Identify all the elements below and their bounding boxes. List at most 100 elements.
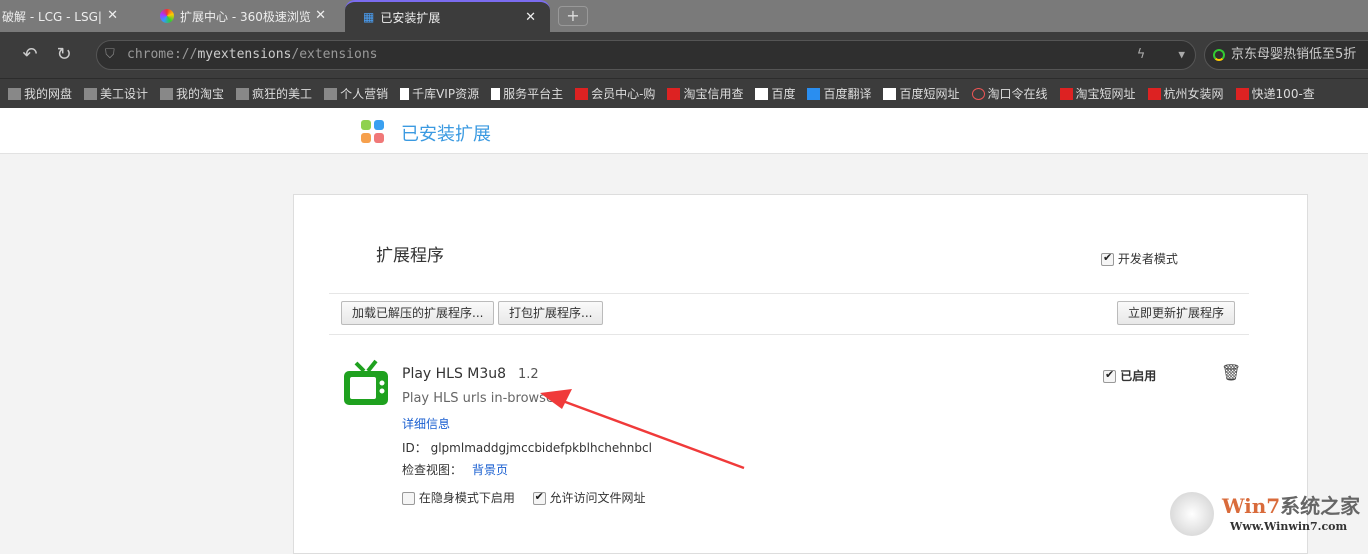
enabled-label: 已启用 xyxy=(1120,369,1157,383)
bookmark-item[interactable]: 个人营销 xyxy=(324,85,388,102)
tab-1[interactable]: 破解 - LCG - LSG| ✕ xyxy=(0,0,132,32)
close-icon[interactable]: ✕ xyxy=(107,8,118,23)
360-icon xyxy=(160,9,174,23)
enabled-checkbox[interactable] xyxy=(1103,368,1116,383)
background-page-link[interactable]: 背景页 xyxy=(472,463,508,477)
search-icon xyxy=(1213,49,1225,61)
extensions-panel: 扩展程序 开发者模式 加载已解压的扩展程序... 打包扩展程序... 立即更新扩… xyxy=(293,194,1308,554)
lightning-icon[interactable]: ϟ xyxy=(1137,41,1145,69)
extension-id: ID： glpmlmaddgjmccbidefpkblhchehnbcl xyxy=(402,439,652,456)
bookmark-item[interactable]: 疯狂的美工 xyxy=(236,85,312,102)
site-icon xyxy=(575,87,589,100)
baidu-icon xyxy=(883,87,897,100)
update-extensions-button[interactable]: 立即更新扩展程序 xyxy=(1117,301,1236,325)
windows-logo-icon xyxy=(1170,492,1214,536)
new-tab-button[interactable]: + xyxy=(558,6,588,26)
extension-name: Play HLS M3u8 xyxy=(402,366,507,382)
dev-mode-toggle[interactable]: 开发者模式 xyxy=(1101,250,1178,267)
dropdown-icon[interactable]: ▼ xyxy=(1178,41,1185,69)
divider xyxy=(329,293,1249,294)
bookmark-label: 快递100-查 xyxy=(1251,87,1315,101)
bookmark-item[interactable]: 淘宝短网址 xyxy=(1059,85,1136,102)
bookmark-label: 千库VIP资源 xyxy=(412,87,480,101)
bookmark-label: 我的网盘 xyxy=(24,87,73,101)
bookmark-item[interactable]: 杭州女装网 xyxy=(1147,85,1224,102)
url-path: /extensions xyxy=(291,47,378,62)
bookmark-label: 杭州女装网 xyxy=(1163,87,1224,101)
bookmark-item[interactable]: 服务平台主 xyxy=(491,85,563,102)
site-icon xyxy=(1235,87,1249,100)
folder-icon xyxy=(84,87,98,100)
owl-icon xyxy=(971,87,985,100)
folder-icon xyxy=(160,87,174,100)
site-icon xyxy=(667,87,681,100)
baidu-icon xyxy=(755,87,769,100)
bookmark-label: 服务平台主 xyxy=(503,87,564,101)
bookmark-item[interactable]: 会员中心-购 xyxy=(575,85,655,102)
incognito-label: 在隐身模式下启用 xyxy=(418,491,515,505)
bookmark-label: 百度 xyxy=(771,87,796,101)
toolbar: ↶ ↻ ⛉ chrome://myextensions/extensions ϟ… xyxy=(0,32,1368,78)
inspect-views: 检查视图： 背景页 xyxy=(402,461,508,478)
bookmark-item[interactable]: 淘宝信用查 xyxy=(667,85,743,102)
tv-icon xyxy=(344,359,388,405)
pack-extension-button[interactable]: 打包扩展程序... xyxy=(498,301,604,325)
extensions-icon: ▦ xyxy=(363,10,375,24)
bookmark-label: 我的淘宝 xyxy=(176,87,225,101)
bookmark-label: 百度短网址 xyxy=(899,87,960,101)
page-icon xyxy=(491,87,501,100)
bookmark-item[interactable]: 百度短网址 xyxy=(883,85,960,102)
file-access-checkbox[interactable] xyxy=(532,490,546,505)
incognito-checkbox[interactable] xyxy=(402,492,415,505)
shield-icon: ⛉ xyxy=(105,47,115,62)
bookmark-label: 淘宝短网址 xyxy=(1075,87,1136,101)
folder-icon xyxy=(236,87,250,100)
bookmark-item[interactable]: 百度翻译 xyxy=(807,85,871,102)
bookmark-item[interactable]: 淘口令在线 xyxy=(971,85,1048,102)
site-icon xyxy=(1059,87,1073,100)
id-value: glpmlmaddgjmccbidefpkblhchehnbcl xyxy=(430,441,652,455)
url-scheme: chrome:// xyxy=(127,47,198,62)
dev-mode-label: 开发者模式 xyxy=(1117,252,1178,266)
tab-2[interactable]: 扩展中心 - 360极速浏览 ✕ xyxy=(150,0,340,32)
bookmark-item[interactable]: 我的网盘 xyxy=(8,85,72,102)
tab-label: 扩展中心 - 360极速浏览 xyxy=(180,9,311,24)
close-icon[interactable]: ✕ xyxy=(315,8,326,23)
reload-icon[interactable]: ↻ xyxy=(46,41,82,69)
close-icon[interactable]: ✕ xyxy=(525,10,536,25)
enabled-toggle[interactable]: 已启用 xyxy=(1103,367,1156,384)
translate-icon xyxy=(807,87,821,100)
url-host: myextensions xyxy=(197,47,292,62)
section-title: 扩展程序 xyxy=(376,246,444,266)
file-access-label: 允许访问文件网址 xyxy=(549,491,646,505)
address-bar[interactable]: ⛉ chrome://myextensions/extensions ϟ ▼ xyxy=(96,40,1196,70)
bookmark-label: 淘口令在线 xyxy=(987,87,1048,101)
bookmark-item[interactable]: 千库VIP资源 xyxy=(400,85,479,102)
search-box[interactable]: 京东母婴热销低至5折 xyxy=(1204,40,1368,70)
watermark: Win7系统之家 Www.Winwin7.com xyxy=(1170,490,1368,540)
tab-label: 破解 - LCG - LSG| xyxy=(2,9,102,24)
bookmark-label: 疯狂的美工 xyxy=(252,87,313,101)
bookmark-label: 个人营销 xyxy=(340,87,389,101)
extension-description: Play HLS urls in-browser xyxy=(402,391,560,406)
trash-icon[interactable]: 🗑 xyxy=(1221,363,1241,382)
bookmark-label: 美工设计 xyxy=(100,87,149,101)
bookmark-item[interactable]: 百度 xyxy=(755,85,795,102)
bookmark-item[interactable]: 美工设计 xyxy=(84,85,148,102)
page-header: 已安装扩展 xyxy=(0,108,1368,154)
bookmark-item[interactable]: 我的淘宝 xyxy=(160,85,224,102)
extension-version: 1.2 xyxy=(518,367,539,382)
folder-icon xyxy=(8,87,21,100)
search-text: 京东母婴热销低至5折 xyxy=(1231,47,1357,62)
dev-mode-checkbox[interactable] xyxy=(1101,251,1114,266)
details-link[interactable]: 详细信息 xyxy=(402,415,450,432)
bookmarks-bar: 我的网盘 美工设计 我的淘宝 疯狂的美工 个人营销 千库VIP资源 服务平台主 会员中心-购 淘… xyxy=(0,78,1368,108)
extensions-logo-icon xyxy=(361,120,385,144)
bookmark-label: 会员中心-购 xyxy=(591,87,656,101)
bookmark-item[interactable]: 快递100-查 xyxy=(1235,85,1315,102)
load-unpacked-button[interactable]: 加载已解压的扩展程序... xyxy=(341,301,495,325)
undo-icon[interactable]: ↶ xyxy=(12,41,48,69)
tab-3-active[interactable]: ▦ 已安装扩展 ✕ xyxy=(345,0,550,32)
page-icon xyxy=(400,87,410,100)
divider xyxy=(329,334,1249,335)
